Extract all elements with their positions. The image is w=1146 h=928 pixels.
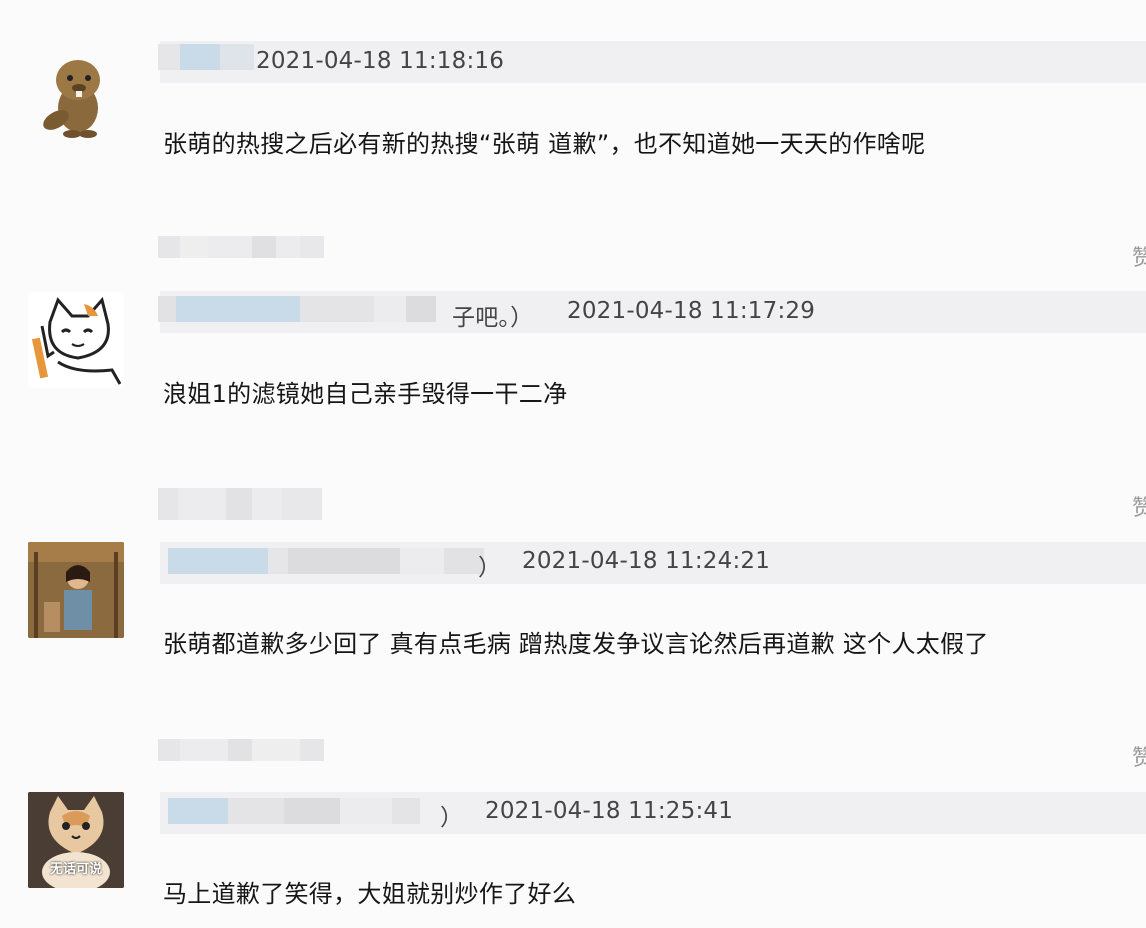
username-suffix: ） bbox=[478, 555, 502, 581]
comment-timestamp: 2021-04-18 11:25:41 bbox=[485, 798, 734, 824]
parent-comment-blurred bbox=[158, 739, 324, 761]
avatar[interactable] bbox=[28, 292, 124, 388]
photo-person-icon bbox=[28, 542, 124, 638]
username-blurred[interactable] bbox=[168, 548, 484, 574]
comment-timestamp: 2021-04-18 11:17:29 bbox=[567, 298, 816, 324]
comment-text: 浪姐1的滤镜她自己亲手毁得一干二净 bbox=[163, 380, 568, 408]
cartoon-cat-icon bbox=[31, 296, 122, 385]
parent-comment-blurred bbox=[158, 488, 322, 520]
username-blurred[interactable] bbox=[158, 296, 436, 322]
comment-text: 马上道歉了笑得，大姐就别炒作了好么 bbox=[163, 880, 577, 908]
username-suffix: ） bbox=[440, 805, 464, 831]
avatar-caption: 无话可说 bbox=[49, 862, 102, 877]
username-suffix: 子吧。） bbox=[452, 305, 534, 331]
comment-timestamp: 2021-04-18 11:24:21 bbox=[522, 548, 771, 574]
like-label[interactable]: 赞 bbox=[1132, 490, 1146, 522]
avatar[interactable]: 无话可说 bbox=[28, 792, 124, 888]
comment-item: 赞 ） 无话可说 2021-04-18 11:25:41 马上道歉了笑得，大姐就… bbox=[0, 0, 1146, 908]
username-blurred[interactable] bbox=[168, 798, 420, 824]
like-label[interactable]: 赞 bbox=[1132, 740, 1146, 772]
comment-text: 张萌都道歉多少回了 真有点毛病 蹭热度发争议言论然后再道歉 这个人太假了 bbox=[163, 630, 989, 658]
avatar[interactable] bbox=[28, 542, 124, 638]
